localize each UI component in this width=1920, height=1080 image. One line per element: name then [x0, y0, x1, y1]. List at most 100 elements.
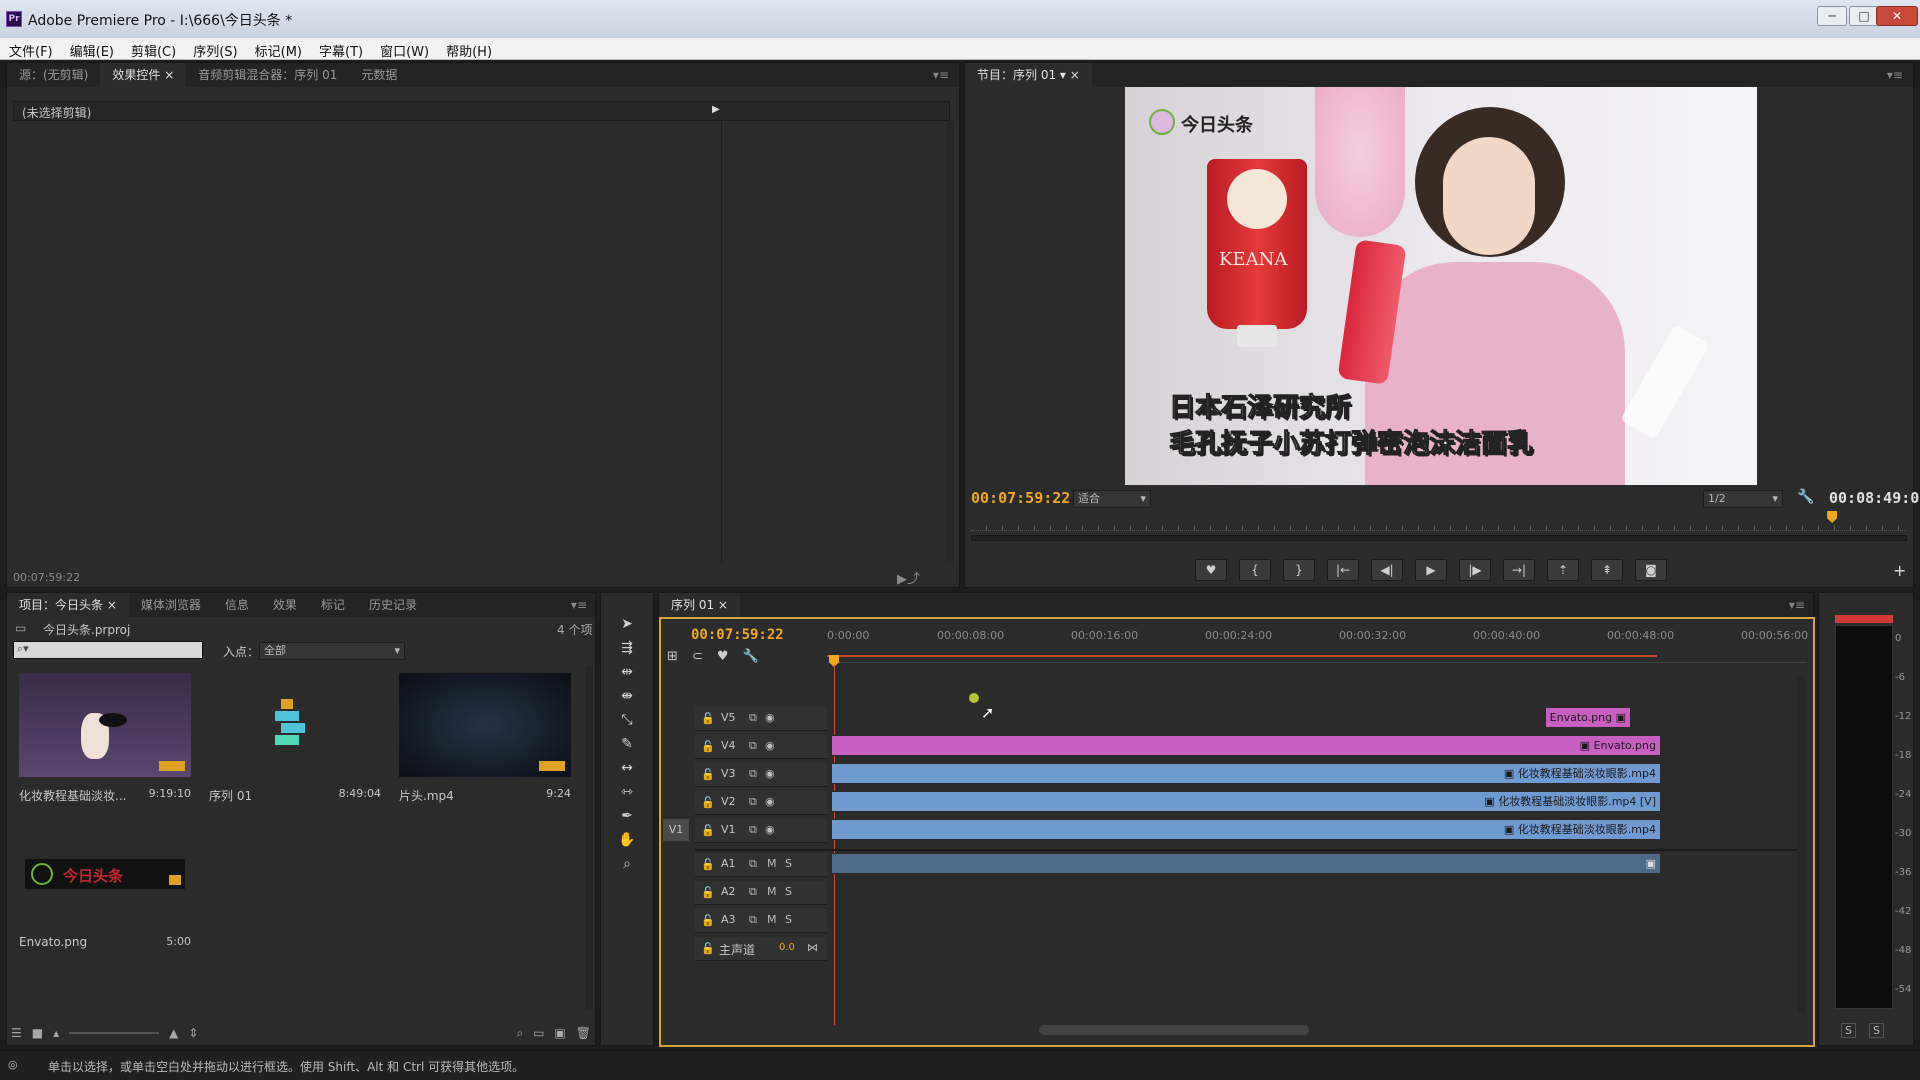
- extract-icon[interactable]: ⇞: [1591, 559, 1623, 581]
- track-header-a1[interactable]: 🔓 A1 ⧉ M S: [695, 853, 827, 877]
- project-item[interactable]: 今日头条 Envato.png 5:00: [15, 821, 197, 961]
- program-playhead[interactable]: [1827, 511, 1838, 523]
- sync-lock-icon[interactable]: ⧉: [749, 913, 757, 927]
- source-patch-v1[interactable]: V1: [663, 819, 689, 841]
- lock-icon[interactable]: 🔓: [701, 712, 715, 725]
- maximize-button[interactable]: □: [1849, 6, 1879, 26]
- icon-view-icon[interactable]: ■: [32, 1026, 43, 1040]
- in-point-dropdown[interactable]: 全部 ▾: [259, 642, 405, 660]
- eye-icon[interactable]: ◉: [765, 767, 775, 780]
- solo-button[interactable]: S: [785, 885, 792, 898]
- zoom-tool-icon[interactable]: ⌕: [614, 853, 640, 875]
- sync-lock-icon[interactable]: ⧉: [749, 767, 757, 781]
- timeline-ruler[interactable]: 0:00:00 00:00:08:00 00:00:16:00 00:00:24…: [827, 629, 1808, 663]
- clip-v5[interactable]: Envato.png ▣: [1545, 707, 1631, 728]
- lock-icon[interactable]: 🔓: [701, 768, 715, 781]
- trash-icon[interactable]: 🗑: [576, 1026, 591, 1040]
- button-editor-plus-icon[interactable]: +: [1893, 561, 1906, 580]
- menu-file[interactable]: 文件(F): [0, 38, 61, 60]
- resolution-dropdown[interactable]: 1/2 ▾: [1703, 490, 1783, 508]
- tab-info[interactable]: 信息: [213, 593, 261, 617]
- video-frame[interactable]: 今日头条 KEANA 日本石泽研究所 毛孔抚子小苏打弹密泡沫洁面乳: [1125, 87, 1757, 485]
- lock-icon[interactable]: 🔓: [701, 796, 715, 809]
- clip-v3[interactable]: ▣ 化妆教程基础淡妆眼影.mp4: [831, 763, 1661, 784]
- sync-lock-icon[interactable]: ⧉: [749, 823, 757, 837]
- vertical-scrollbar[interactable]: [1797, 677, 1805, 1013]
- lock-icon[interactable]: 🔓: [701, 914, 715, 927]
- automate-icon[interactable]: ▲: [169, 1026, 178, 1040]
- menu-marker[interactable]: 标记(M): [246, 38, 310, 60]
- snap-icon[interactable]: ⊞: [667, 649, 678, 664]
- add-marker-icon[interactable]: ♥: [717, 649, 729, 664]
- wrench-icon[interactable]: 🔧: [1797, 489, 1814, 505]
- lock-icon[interactable]: 🔓: [701, 824, 715, 837]
- menu-help[interactable]: 帮助(H): [437, 38, 500, 60]
- master-volume[interactable]: 0.0: [779, 942, 795, 953]
- tab-history[interactable]: 历史记录: [357, 593, 429, 617]
- sync-lock-icon[interactable]: ⧉: [749, 739, 757, 753]
- tab-source[interactable]: 源：(无剪辑): [7, 63, 100, 87]
- panel-menu-icon[interactable]: ▾≡: [571, 598, 595, 612]
- sort-order-icon[interactable]: ⇕: [188, 1026, 198, 1040]
- clip-a1[interactable]: ▣: [831, 853, 1661, 874]
- zoom-slider[interactable]: [69, 1032, 160, 1034]
- track-select-tool-icon[interactable]: ⇶: [614, 637, 640, 659]
- project-item[interactable]: 序列 01 8:49:04: [205, 673, 387, 813]
- clip-v2[interactable]: ▣ 化妆教程基础淡妆眼影.mp4 [V]: [831, 791, 1661, 812]
- tab-project[interactable]: 项目：今日头条 ×: [7, 593, 129, 617]
- vertical-scrollbar[interactable]: [585, 665, 593, 1009]
- sort-icon[interactable]: ▴: [53, 1026, 59, 1040]
- menu-edit[interactable]: 编辑(E): [61, 38, 122, 60]
- add-marker-icon[interactable]: ♥: [1195, 559, 1227, 581]
- linked-selection-icon[interactable]: ⊂: [692, 649, 703, 664]
- eye-icon[interactable]: ◉: [765, 795, 775, 808]
- tab-sequence[interactable]: 序列 01 ×: [659, 593, 740, 617]
- mark-in-icon[interactable]: {: [1239, 559, 1271, 581]
- vertical-scrollbar[interactable]: [946, 121, 954, 561]
- solo-left-button[interactable]: S: [1841, 1023, 1856, 1038]
- clip-v1[interactable]: ▣ 化妆教程基础淡妆眼影.mp4: [831, 819, 1661, 840]
- clip-v4[interactable]: ▣ Envato.png: [831, 735, 1661, 756]
- project-item[interactable]: 片头.mp4 9:24: [395, 673, 577, 813]
- mute-button[interactable]: M: [767, 857, 777, 870]
- new-bin-icon[interactable]: ▭: [533, 1026, 544, 1040]
- menu-sequence[interactable]: 序列(S): [184, 38, 245, 60]
- project-item[interactable]: 化妆教程基础淡妆... 9:19:10: [15, 673, 197, 813]
- solo-button[interactable]: S: [785, 857, 792, 870]
- go-to-end-icon[interactable]: ⋈: [807, 941, 818, 954]
- timeline-timecode[interactable]: 00:07:59:22: [691, 627, 784, 643]
- hand-tool-icon[interactable]: ✋: [614, 829, 640, 851]
- list-view-icon[interactable]: ☰: [11, 1026, 22, 1040]
- ripple-edit-tool-icon[interactable]: ⇹: [614, 661, 640, 683]
- track-header-v3[interactable]: 🔓 V3 ⧉ ◉: [695, 763, 827, 787]
- program-time-ruler[interactable]: [971, 511, 1907, 531]
- minimize-button[interactable]: ─: [1817, 6, 1847, 26]
- step-back-icon[interactable]: ◀|: [1371, 559, 1403, 581]
- go-to-out-icon[interactable]: →|: [1503, 559, 1535, 581]
- search-input[interactable]: ⌕▾: [13, 641, 203, 659]
- tab-markers[interactable]: 标记: [309, 593, 357, 617]
- sync-lock-icon[interactable]: ⧉: [749, 857, 757, 871]
- rate-stretch-tool-icon[interactable]: ⤡: [614, 709, 640, 731]
- pen-tool-icon[interactable]: ✒: [614, 805, 640, 827]
- zoom-scrollbar[interactable]: [971, 535, 1907, 541]
- sync-lock-icon[interactable]: ⧉: [749, 885, 757, 899]
- slide-tool-icon[interactable]: ⇿: [614, 781, 640, 803]
- track-header-v5[interactable]: 🔓 V5 ⧉ ◉: [695, 707, 827, 731]
- panel-menu-icon[interactable]: ▾≡: [1789, 598, 1813, 612]
- lock-icon[interactable]: 🔓: [701, 942, 715, 955]
- lock-icon[interactable]: 🔓: [701, 858, 715, 871]
- tab-media-browser[interactable]: 媒体浏览器: [129, 593, 213, 617]
- fit-dropdown[interactable]: 适合 ▾: [1073, 490, 1151, 508]
- track-header-master[interactable]: 🔓 主声道 0.0 ⋈: [695, 937, 827, 961]
- track-header-v1[interactable]: 🔓 V1 ⧉ ◉: [695, 819, 827, 843]
- track-header-a3[interactable]: 🔓 A3 ⧉ M S: [695, 909, 827, 933]
- go-to-in-icon[interactable]: |←: [1327, 559, 1359, 581]
- timeline-playhead-line[interactable]: [834, 665, 835, 1025]
- mute-button[interactable]: M: [767, 885, 777, 898]
- export-frame-icons[interactable]: ▶⤴: [897, 568, 920, 587]
- slip-tool-icon[interactable]: ↔: [614, 757, 640, 779]
- sync-lock-icon[interactable]: ⧉: [749, 711, 757, 725]
- track-header-v2[interactable]: 🔓 V2 ⧉ ◉: [695, 791, 827, 815]
- tab-effects[interactable]: 效果: [261, 593, 309, 617]
